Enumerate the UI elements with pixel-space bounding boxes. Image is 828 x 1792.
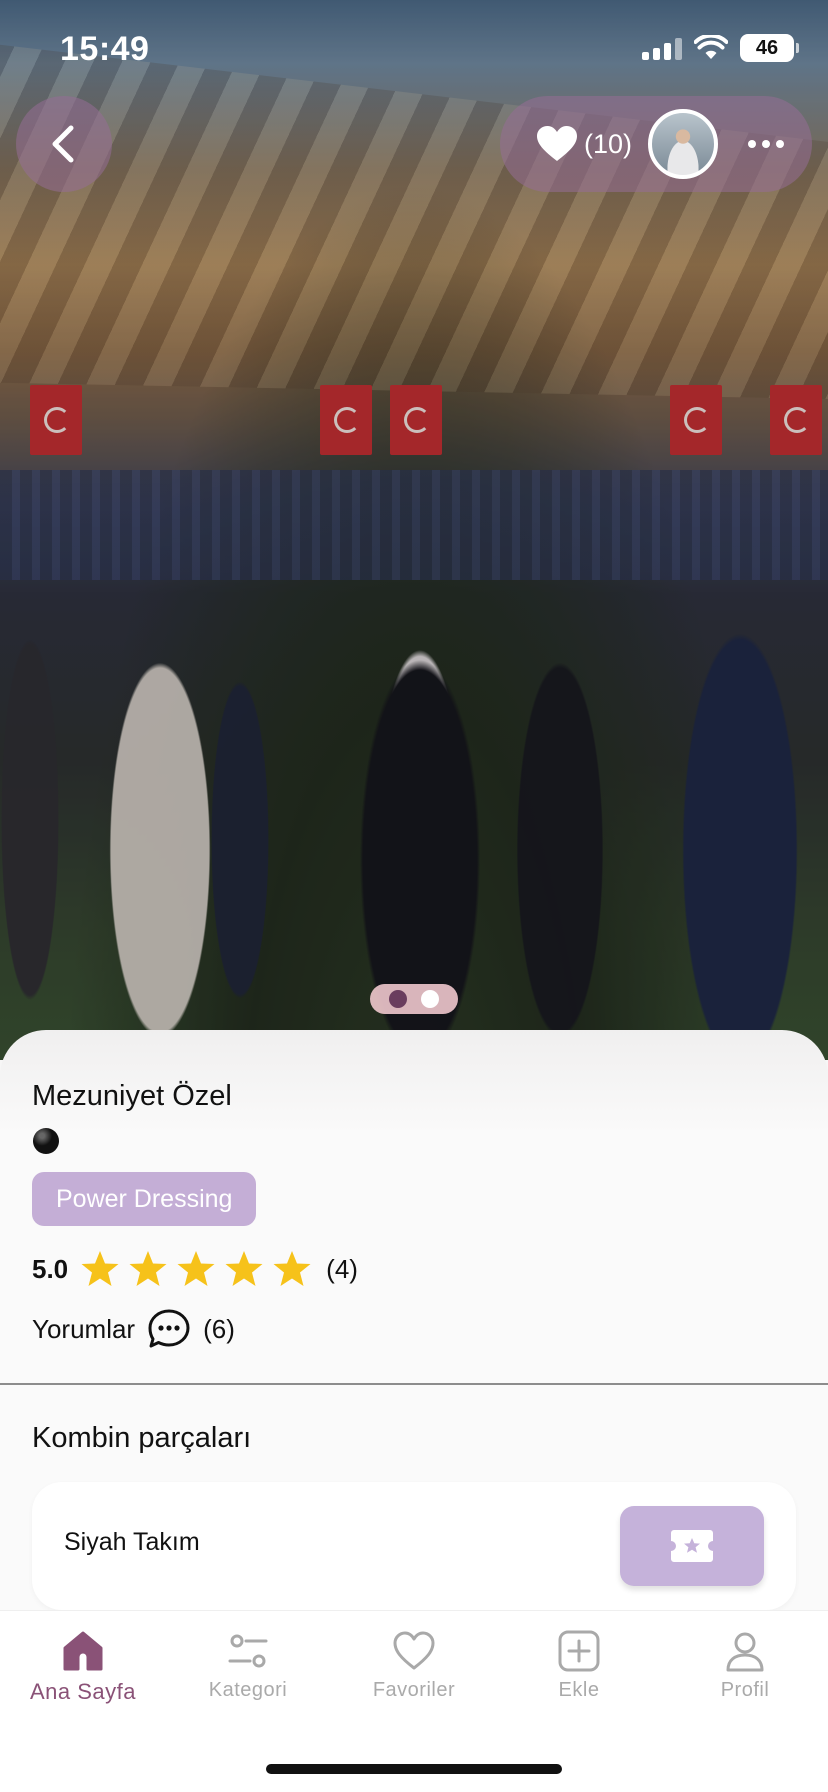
piece-coupon-button[interactable] [620,1506,764,1586]
rating-count: (4) [326,1253,358,1284]
user-icon [726,1632,764,1672]
tab-favorites[interactable]: Favoriler [331,1629,497,1702]
pager-dot[interactable] [421,990,439,1008]
image-pager[interactable] [370,984,458,1014]
tab-favorites-label: Favoriler [372,1679,456,1701]
outfit-pieces-title: Kombin parçaları [32,1422,252,1454]
tab-category[interactable]: Kategori [165,1629,331,1702]
cellular-signal-icon [642,36,682,60]
style-tag[interactable]: Power Dressing [32,1172,257,1226]
like-count: (10) [584,128,633,159]
chevron-left-icon [52,125,74,163]
comments-row[interactable]: Yorumlar (6) [32,1308,235,1350]
status-icons: 46 [642,34,799,62]
rating-row[interactable]: 5.0 (4) [32,1250,358,1288]
star-icon [81,1251,119,1286]
wifi-icon [694,35,728,59]
tab-add[interactable]: Ekle [496,1629,662,1702]
status-time: 15:49 [60,30,150,68]
user-avatar[interactable] [648,109,719,179]
tab-profile-label: Profil [720,1679,770,1701]
pager-dot-active[interactable] [389,990,407,1008]
tab-add-label: Ekle [558,1679,600,1701]
section-divider [0,1383,828,1385]
tab-category-label: Kategori [208,1679,288,1701]
heart-icon[interactable] [536,125,578,163]
star-icon [225,1251,263,1286]
tab-home[interactable]: Ana Sayfa [0,1629,166,1705]
sliders-icon [228,1634,268,1668]
outfit-piece-card[interactable]: Siyah Takım [32,1482,796,1610]
rating-value: 5.0 [32,1253,69,1284]
comments-label: Yorumlar [32,1313,136,1344]
plus-square-icon [558,1630,600,1672]
chat-bubble-icon [148,1309,190,1348]
star-icon [273,1251,311,1286]
comments-count: (6) [203,1313,235,1344]
more-options-button[interactable] [748,140,785,148]
back-button[interactable] [16,96,112,192]
post-actions-pill: (10) [500,96,812,192]
home-indicator [266,1764,562,1774]
post-title: Mezuniyet Özel [32,1080,232,1112]
rating-stars [80,1250,312,1288]
black-circle-emoji [33,1128,59,1154]
star-icon [177,1251,215,1286]
outfit-piece-name: Siyah Takım [64,1528,200,1556]
star-icon [129,1251,167,1286]
more-dots-icon [748,140,757,148]
heart-outline-icon [393,1631,435,1670]
home-icon [63,1631,103,1671]
tab-home-label: Ana Sayfa [29,1679,136,1704]
tab-profile[interactable]: Profil [662,1629,828,1702]
ticket-star-icon [671,1530,713,1562]
battery-icon: 46 [740,34,799,62]
